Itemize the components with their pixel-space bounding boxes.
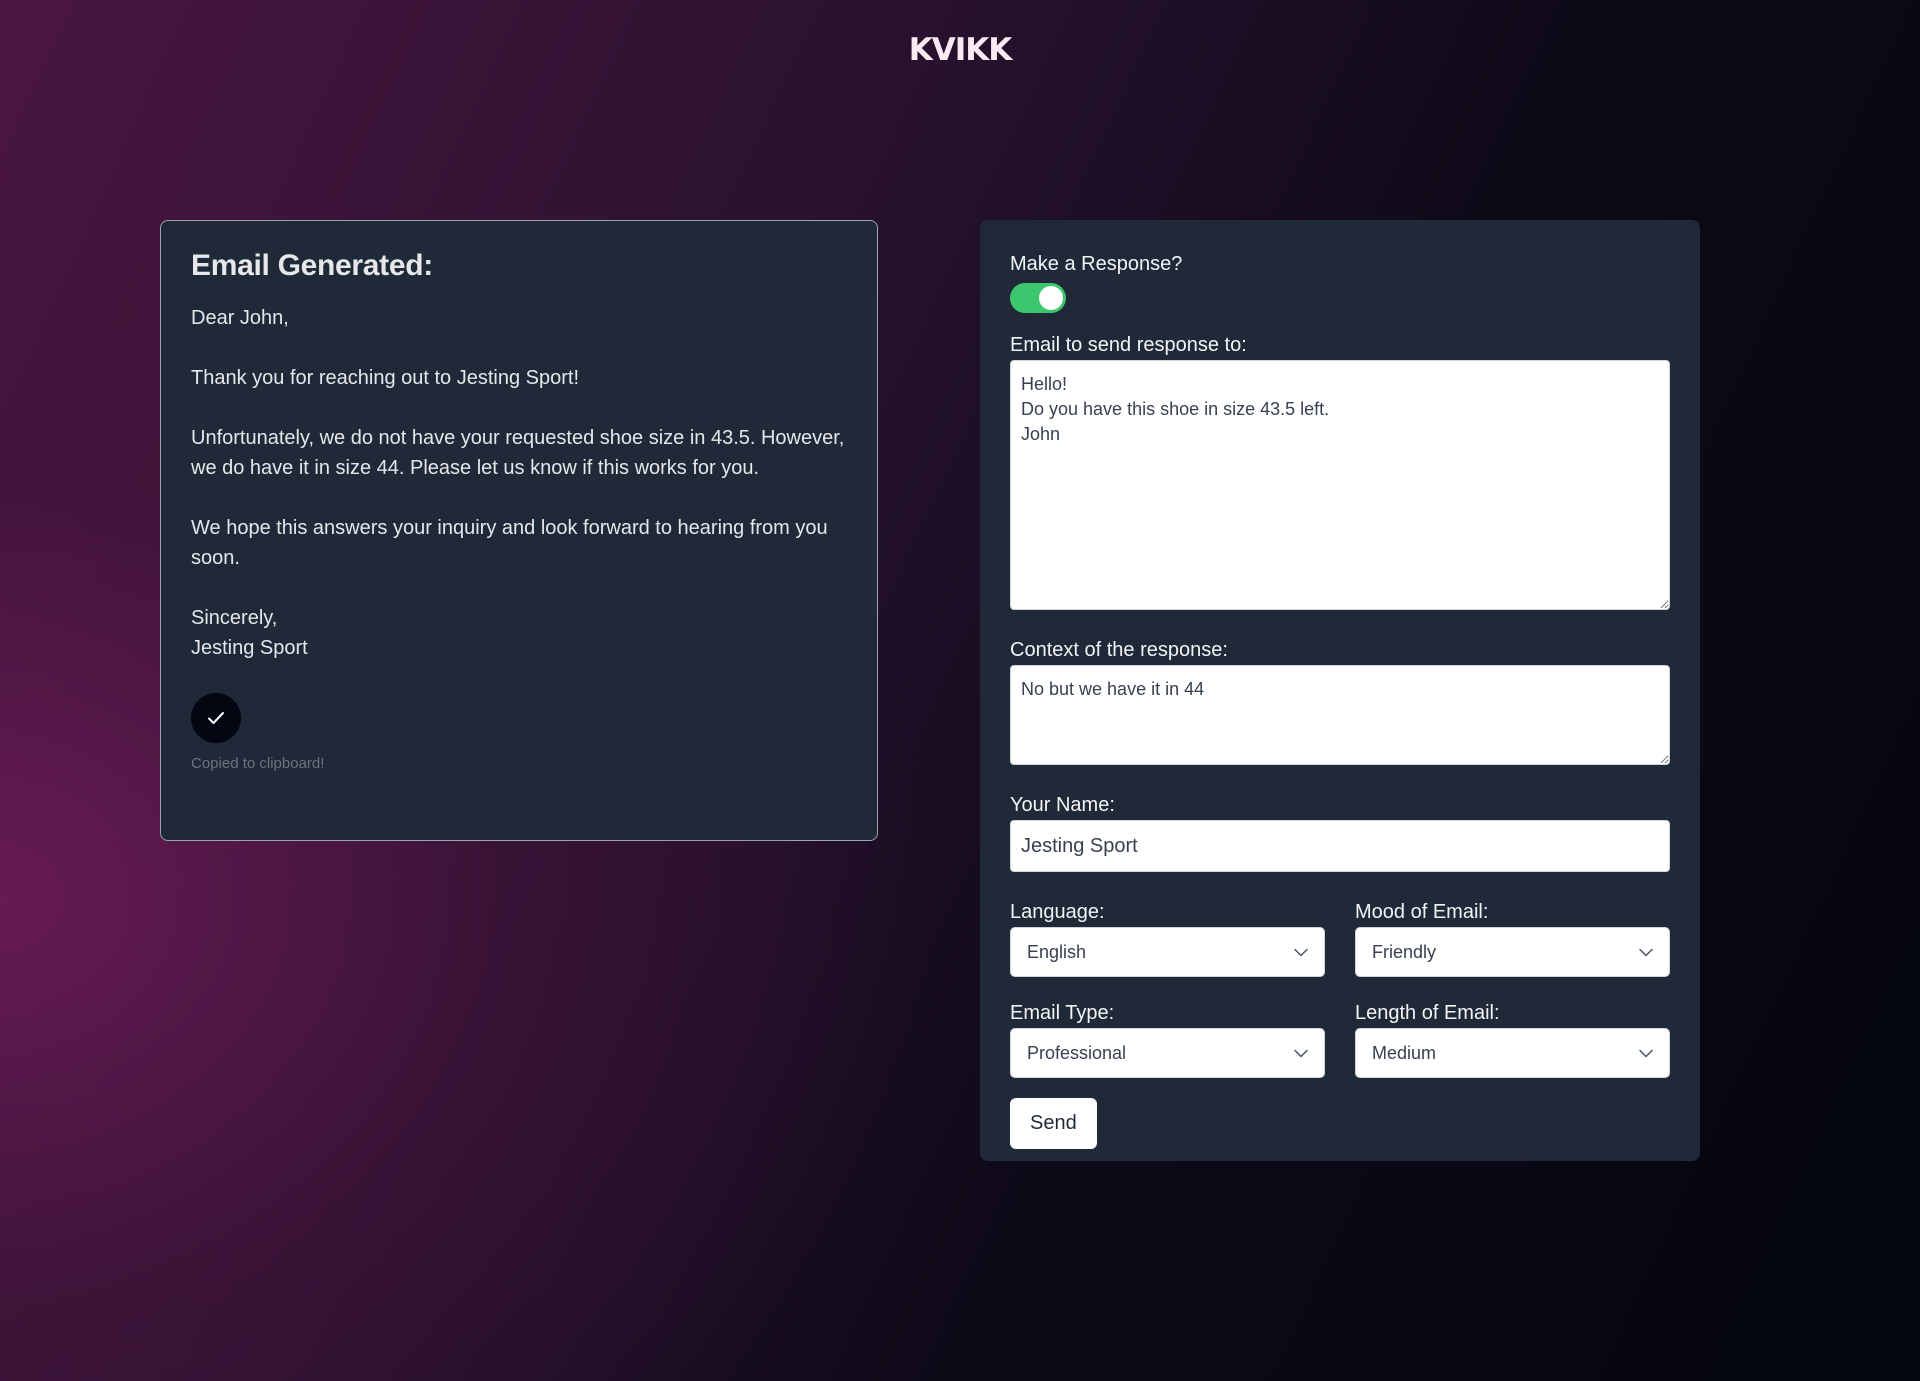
email-paragraph-thanks: Thank you for reaching out to Jesting Sp… [191, 367, 579, 389]
email-type-selected-value: Professional [1027, 1042, 1127, 1063]
send-button[interactable]: Send [1010, 1098, 1097, 1149]
generated-email-card: Email Generated: Dear John, Thank you fo… [160, 220, 878, 841]
mood-selected-value: Friendly [1372, 941, 1437, 962]
chevron-down-icon [1294, 1049, 1308, 1057]
language-label: Language: [1010, 901, 1105, 923]
email-type-select[interactable]: Professional [1010, 1028, 1325, 1078]
context-label: Context of the response: [1010, 639, 1228, 661]
email-paragraph-answer: Unfortunately, we do not have your reque… [191, 427, 845, 479]
email-to-respond-label: Email to send response to: [1010, 334, 1247, 356]
generated-email-body: Dear John, Thank you for reaching out to… [191, 303, 847, 663]
email-paragraph-closing: We hope this answers your inquiry and lo… [191, 517, 828, 569]
make-response-toggle[interactable] [1010, 283, 1066, 313]
chevron-down-icon [1639, 948, 1653, 956]
context-textarea[interactable]: No but we have it in 44 [1010, 665, 1670, 765]
mood-select[interactable]: Friendly [1355, 927, 1670, 977]
toggle-knob [1039, 286, 1063, 310]
length-select[interactable]: Medium [1355, 1028, 1670, 1078]
email-paragraph-greeting: Dear John, [191, 307, 289, 329]
length-selected-value: Medium [1372, 1042, 1437, 1063]
kvikk-logo: KVIKK [908, 32, 1013, 68]
email-paragraph-signature: Sincerely, Jesting Sport [191, 607, 308, 659]
chevron-down-icon [1294, 948, 1308, 956]
your-name-input[interactable] [1010, 820, 1670, 872]
language-selected-value: English [1027, 941, 1087, 962]
response-form: Make a Response? Email to send response … [980, 220, 1700, 1161]
make-response-label: Make a Response? [1010, 253, 1183, 275]
check-icon [208, 712, 224, 724]
email-type-label: Email Type: [1010, 1002, 1115, 1024]
your-name-label: Your Name: [1010, 794, 1115, 816]
email-to-respond-textarea[interactable]: Hello! Do you have this shoe in size 43.… [1010, 360, 1670, 610]
copied-status: Copied to clipboard! [191, 755, 325, 772]
length-label: Length of Email: [1355, 1002, 1500, 1024]
generated-email-title: Email Generated: [191, 249, 433, 282]
mood-label: Mood of Email: [1355, 901, 1489, 923]
chevron-down-icon [1639, 1049, 1653, 1057]
copy-button[interactable] [191, 693, 241, 743]
language-select[interactable]: English [1010, 927, 1325, 977]
